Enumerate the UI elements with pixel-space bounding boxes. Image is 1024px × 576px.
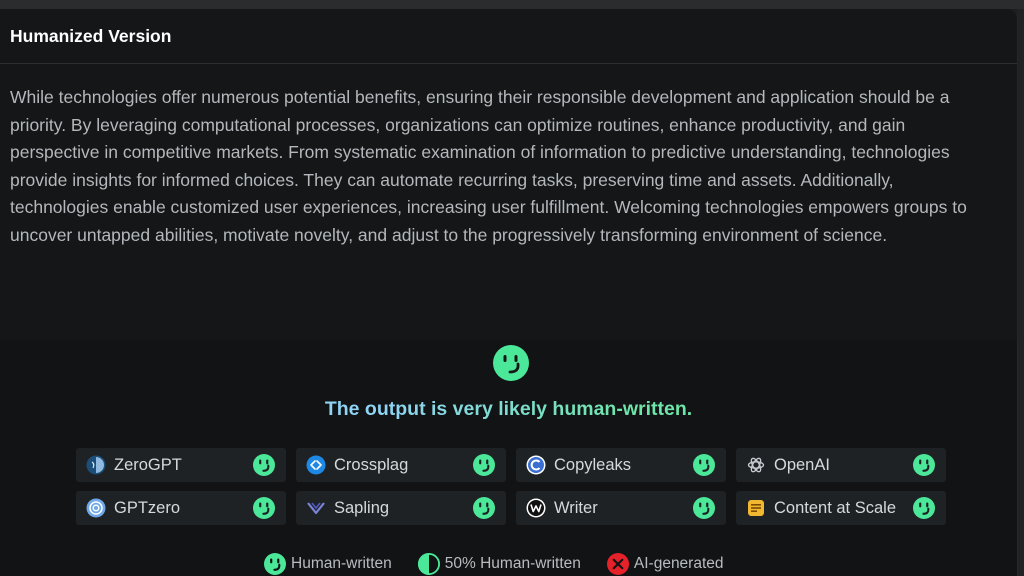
smiley-human-icon <box>264 553 286 575</box>
x-circle-icon <box>606 553 629 575</box>
top-strip <box>0 0 1024 9</box>
detector-sapling: Sapling <box>296 491 506 525</box>
sapling-logo-icon <box>307 502 325 515</box>
humanized-text[interactable]: While technologies offer numerous potent… <box>0 64 1017 324</box>
detector-name: Crossplag <box>334 455 409 474</box>
copyleaks-logo-icon <box>526 455 546 475</box>
detector-name: OpenAI <box>774 455 830 474</box>
detector-gptzero: GPTzero <box>76 491 286 525</box>
detector-name: Sapling <box>334 498 390 517</box>
half-circle-icon <box>417 553 440 575</box>
panel-header: Humanized Version <box>0 9 1017 64</box>
detector-openai: OpenAI <box>736 448 946 482</box>
detector-copyleaks: Copyleaks <box>516 448 726 482</box>
writer-logo-icon <box>526 498 546 518</box>
scroll-edge <box>1017 9 1024 576</box>
legend-ai-label: AI-generated <box>633 555 724 572</box>
smiley-human-icon <box>473 454 495 476</box>
panel-title: Humanized Version <box>10 25 172 46</box>
detector-name: ZeroGPT <box>114 455 182 474</box>
zerogpt-logo-icon <box>86 455 106 475</box>
detector-name: Content at Scale <box>774 498 896 517</box>
smiley-human-icon <box>493 345 529 381</box>
detection-result-message: The output is very likely human-written. <box>0 398 1017 421</box>
detector-writer: Writer <box>516 491 726 525</box>
smiley-human-icon <box>913 497 935 519</box>
smiley-human-icon <box>253 454 275 476</box>
detector-name: GPTzero <box>114 498 181 517</box>
openai-logo-icon <box>747 457 765 473</box>
smiley-human-icon <box>473 497 495 519</box>
legend-half: 50% Human-written <box>417 553 581 575</box>
detector-name: Writer <box>554 498 598 517</box>
legend-human-label: Human-written <box>291 555 392 572</box>
gptzero-logo-icon <box>86 498 106 518</box>
detector-grid: ZeroGPT Crossplag Copyleaks OpenAI GPTze… <box>76 448 946 525</box>
detector-zerogpt: ZeroGPT <box>76 448 286 482</box>
legend-ai: AI-generated <box>606 553 724 575</box>
smiley-human-icon <box>253 497 275 519</box>
legend-human: Human-written <box>264 553 392 575</box>
smiley-human-icon <box>693 497 715 519</box>
content-at-scale-logo-icon <box>748 500 764 516</box>
legend-half-label: 50% Human-written <box>444 555 581 572</box>
smiley-human-icon <box>693 454 715 476</box>
detector-content-at-scale: Content at Scale <box>736 491 946 525</box>
crossplag-logo-icon <box>306 455 326 475</box>
smiley-human-icon <box>913 454 935 476</box>
detector-crossplag: Crossplag <box>296 448 506 482</box>
detector-name: Copyleaks <box>554 455 632 474</box>
legend: Human-written 50% Human-written AI-gener… <box>264 553 750 575</box>
